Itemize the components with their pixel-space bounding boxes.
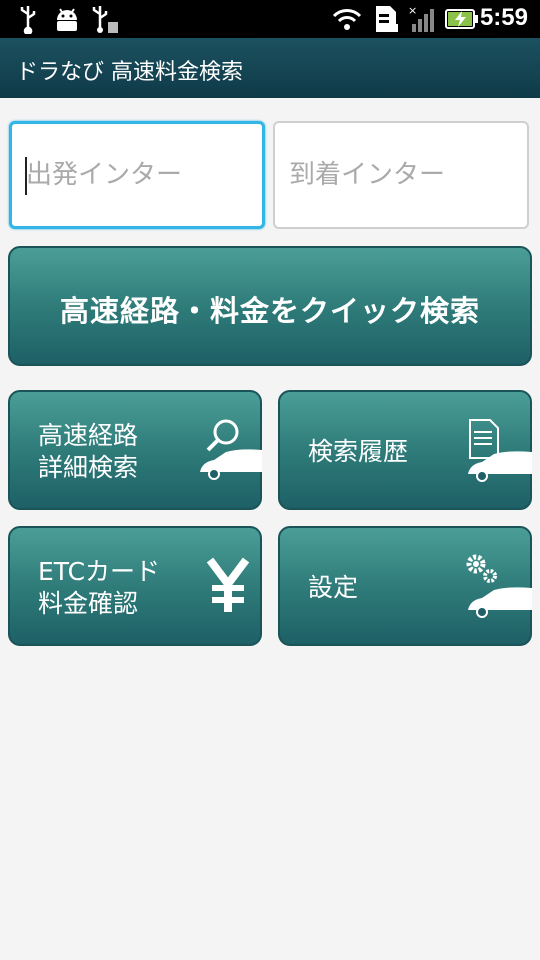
magnifier-car-icon xyxy=(200,419,262,480)
departure-interchange-input[interactable] xyxy=(12,124,262,226)
usb-icon xyxy=(20,6,36,34)
android-debug-icon xyxy=(57,8,77,31)
quick-search-label: 高速経路・料金をクイック検索 xyxy=(59,294,480,328)
arrival-interchange-input[interactable] xyxy=(275,123,527,227)
settings-label: 設定 xyxy=(308,573,359,602)
settings-button[interactable]: 設定 xyxy=(278,526,532,646)
usb-storage-icon xyxy=(92,6,118,33)
detailed-route-search-label: 高速経路 詳細検索 xyxy=(38,421,139,482)
app-title: ドラなび 高速料金検索 xyxy=(16,60,243,85)
no-signal-icon: × xyxy=(408,4,434,32)
battery-charging-icon xyxy=(445,9,478,29)
gear-car-icon xyxy=(466,554,532,618)
search-history-label: 検索履歴 xyxy=(308,437,409,466)
status-bar: × 5:59 xyxy=(0,0,540,38)
wifi-icon xyxy=(332,9,362,30)
etc-card-fee-label: ETCカード 料金確認 xyxy=(38,557,161,618)
etc-card-fee-button[interactable]: ETCカード 料金確認 xyxy=(8,526,262,646)
text-cursor xyxy=(25,157,27,195)
clock: 5:59 xyxy=(479,4,528,31)
departure-field-box xyxy=(9,121,265,229)
quick-search-button[interactable]: 高速経路・料金をクイック検索 xyxy=(8,246,532,366)
yen-icon xyxy=(206,557,250,612)
document-car-icon xyxy=(468,419,532,482)
arrival-field-box xyxy=(273,121,529,229)
title-bar: ドラなび 高速料金検索 xyxy=(0,38,540,98)
detailed-route-search-button[interactable]: 高速経路 詳細検索 xyxy=(8,390,262,510)
svg-text:×: × xyxy=(408,4,417,17)
search-history-button[interactable]: 検索履歴 xyxy=(278,390,532,510)
sd-card-icon xyxy=(376,6,398,32)
